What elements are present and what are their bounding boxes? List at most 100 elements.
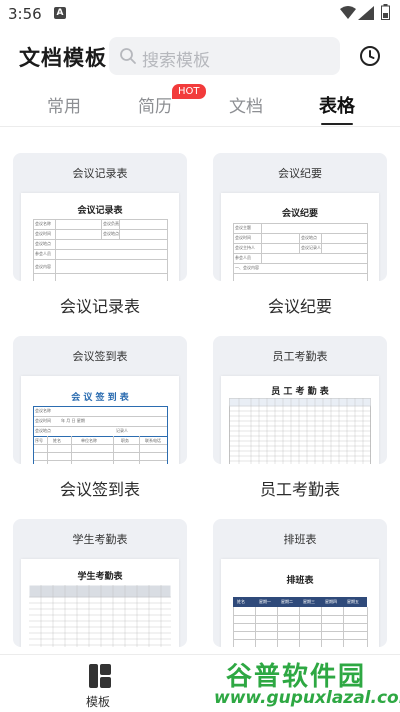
preview-gridline — [167, 406, 168, 464]
template-card-employee-attendance[interactable]: 员工考勤表 员 工 考 勤 表 员工考勤表 — [213, 336, 387, 499]
template-preview: 会议记录表 会议名称 会议时间 会议地点 参会人员 会议内容 会议负责 会议地点 — [21, 193, 179, 281]
preview-gridline — [343, 607, 344, 647]
template-thumbnail: 会议记录表 会议记录表 会议名称 会议时间 会议地点 参会人员 会议内容 会议负… — [13, 153, 187, 281]
preview-field: 会议名称 — [35, 221, 51, 226]
wifi-icon — [340, 6, 356, 19]
preview-field: 会议地点 — [35, 241, 51, 246]
preview-field: 星期四 — [325, 599, 337, 604]
nav-label-templates[interactable]: 模板 — [86, 693, 110, 710]
preview-field: 会议时间 — [235, 235, 251, 240]
search-icon — [120, 48, 136, 64]
preview-gridline — [101, 219, 102, 239]
preview-gridline — [71, 436, 72, 464]
attendance-grid — [229, 398, 371, 464]
signal-icon — [358, 6, 374, 20]
template-card-meeting-signin[interactable]: 会议签到表 会 议 签 到 表 会议名称 会议时间 年 月 日 星期 会议地点 … — [13, 336, 187, 499]
template-name: 会议记录表 — [59, 297, 140, 316]
preview-gridline — [233, 233, 367, 234]
preview-field: 姓名 — [237, 599, 245, 604]
preview-field: 一、会议内容 — [235, 265, 259, 270]
search-input[interactable]: 搜索模板 — [109, 37, 340, 75]
page-title: 文档模板 — [19, 46, 107, 70]
status-bar: 3:56 A — [0, 0, 400, 26]
thumbnail-title: 学生考勤表 — [72, 533, 128, 546]
preview-gridline — [113, 436, 114, 464]
preview-gridline — [233, 253, 367, 254]
preview-field: 星期五 — [347, 599, 359, 604]
preview-field: 星期一 — [259, 599, 271, 604]
clock-icon[interactable] — [359, 45, 381, 67]
tab-common[interactable]: 常用 — [47, 92, 81, 117]
preview-gridline — [33, 229, 167, 230]
preview-field: 会议地点 — [35, 428, 51, 433]
preview-field: 会议记录人 — [301, 245, 321, 250]
thumbnail-title: 会议纪要 — [278, 167, 322, 180]
template-icon[interactable] — [89, 664, 111, 688]
template-card-schedule[interactable]: 排班表 排班表 姓名 星期一 星期二 星期三 星期四 星期五 — [213, 519, 387, 647]
preview-title: 排班表 — [286, 576, 314, 586]
active-tab-indicator — [321, 123, 353, 125]
template-thumbnail: 会议纪要 会议纪要 会议主题 会议时间 会议主持人 参会人员 会议地点 会议记录… — [213, 153, 387, 281]
preview-field: 会议时间 — [35, 231, 51, 236]
template-thumbnail: 员工考勤表 员 工 考 勤 表 — [213, 336, 387, 464]
preview-gridline — [33, 460, 167, 461]
preview-field: 单位名称 — [81, 438, 97, 443]
preview-gridline — [233, 623, 367, 624]
preview-title: 会 议 签 到 表 — [71, 393, 129, 403]
preview-field: 姓名 — [53, 438, 61, 443]
template-preview: 会议纪要 会议主题 会议时间 会议主持人 参会人员 会议地点 会议记录人 一、会… — [221, 193, 379, 281]
preview-field: 会议地点 — [301, 235, 317, 240]
preview-title: 学生考勤表 — [77, 572, 123, 582]
preview-title: 员 工 考 勤 表 — [271, 387, 329, 397]
preview-gridline — [255, 607, 256, 647]
preview-gridline — [119, 219, 120, 239]
preview-gridline — [321, 607, 322, 647]
preview-gridline — [33, 259, 167, 260]
template-name: 员工考勤表 — [259, 480, 340, 499]
preview-gridline — [33, 239, 167, 240]
preview-gridline — [233, 631, 367, 632]
preview-gridline — [47, 436, 48, 464]
template-preview: 员 工 考 勤 表 — [221, 376, 379, 464]
template-preview: 学生考勤表 — [21, 559, 179, 647]
preview-gridline — [33, 416, 167, 417]
preview-gridline — [55, 219, 56, 281]
thumbnail-title: 员工考勤表 — [272, 350, 328, 363]
preview-title: 会议纪要 — [281, 209, 318, 219]
preview-field: 会议负责 — [103, 221, 119, 226]
preview-gridline — [299, 233, 300, 253]
preview-field: 会议时间 — [35, 418, 51, 423]
template-card-meeting-minutes[interactable]: 会议纪要 会议纪要 会议主题 会议时间 会议主持人 参会人员 会议地点 会议记录… — [213, 153, 387, 316]
preview-field: 记录人 — [116, 428, 128, 433]
preview-gridline — [233, 223, 367, 224]
preview-gridline — [233, 607, 234, 647]
preview-gridline — [33, 444, 167, 445]
preview-field: 会议内容 — [35, 264, 51, 269]
preview-gridline — [261, 223, 262, 263]
tab-resume[interactable]: 简历 — [138, 92, 172, 117]
preview-title: 会议记录表 — [77, 206, 123, 216]
preview-gridline — [33, 219, 167, 220]
preview-field: 会议地点 — [103, 231, 119, 236]
preview-gridline — [33, 426, 167, 427]
preview-field: 联系电话 — [145, 438, 161, 443]
preview-field: 星期三 — [303, 599, 315, 604]
attendance-grid — [29, 585, 171, 647]
status-time: 3:56 — [8, 5, 42, 23]
preview-gridline — [299, 607, 300, 647]
preview-gridline — [233, 263, 367, 264]
battery-icon — [381, 4, 390, 20]
template-card-student-attendance[interactable]: 学生考勤表 学生考勤表 — [13, 519, 187, 647]
hot-badge: HOT — [172, 84, 206, 99]
preview-field: 参会人员 — [35, 251, 51, 256]
template-name: 会议签到表 — [59, 480, 140, 499]
preview-field: 职务 — [121, 438, 129, 443]
tab-spreadsheet[interactable]: 表格 — [319, 92, 355, 118]
preview-gridline — [33, 406, 34, 464]
template-card-meeting-record[interactable]: 会议记录表 会议记录表 会议名称 会议时间 会议地点 参会人员 会议内容 会议负… — [13, 153, 187, 316]
thumbnail-title: 会议记录表 — [72, 167, 128, 180]
tab-document[interactable]: 文档 — [229, 92, 263, 117]
template-preview: 会 议 签 到 表 会议名称 会议时间 年 月 日 星期 会议地点 记录人 序号… — [21, 376, 179, 464]
preview-gridline — [277, 607, 278, 647]
preview-field: 序号 — [35, 438, 43, 443]
